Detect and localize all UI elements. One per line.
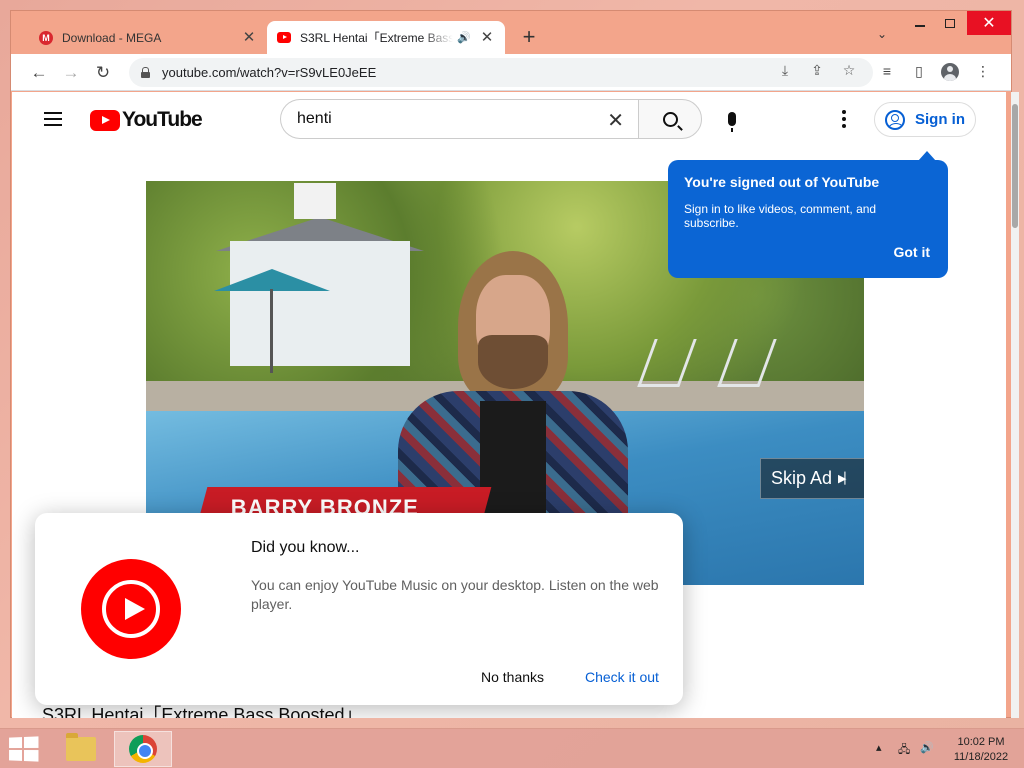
network-icon[interactable]: 🖧	[898, 741, 910, 760]
lock-icon	[141, 67, 150, 78]
new-tab-button[interactable]: +	[517, 25, 541, 49]
close-tab-icon[interactable]: ✕	[241, 29, 257, 46]
youtube-icon	[277, 31, 291, 45]
skip-next-icon: ▶▏	[838, 473, 853, 485]
no-thanks-button[interactable]: No thanks	[481, 669, 544, 685]
youtube-play-icon	[90, 109, 120, 131]
settings-kebab-icon[interactable]	[842, 110, 846, 128]
reload-icon[interactable]: ↻	[91, 61, 115, 85]
file-explorer-taskbar-button[interactable]	[52, 731, 110, 767]
page-scrollbar[interactable]	[1011, 92, 1019, 718]
sign-in-button[interactable]: Sign in	[874, 102, 976, 137]
windows-start-icon[interactable]	[9, 736, 39, 762]
dialog-body: You can enjoy YouTube Music on your desk…	[251, 577, 659, 612]
skip-ad-button[interactable]: Skip Ad ▶▏	[760, 458, 864, 499]
hamburger-menu-icon[interactable]	[44, 112, 62, 126]
media-control-icon[interactable]: ≡	[877, 63, 897, 79]
skip-ad-label: Skip Ad	[771, 468, 833, 488]
tooltip-body: Sign in to like videos, comment, and sub…	[684, 202, 877, 230]
share-icon[interactable]: ⇪	[807, 62, 827, 79]
close-window-button[interactable]: ✕	[967, 11, 1011, 35]
browser-toolbar: ← → ↻ youtube.com/watch?v=rS9vLE0JeEE ⤓ …	[11, 54, 1011, 91]
voice-search-button[interactable]	[712, 99, 752, 139]
search-query: henti	[297, 110, 332, 127]
sign-in-label: Sign in	[915, 111, 965, 128]
youtube-logo[interactable]: YouTube	[90, 108, 203, 132]
microphone-icon	[728, 112, 736, 132]
volume-icon[interactable]: 🔊	[920, 741, 934, 754]
account-icon	[885, 109, 905, 130]
side-panel-icon[interactable]: ▯	[909, 63, 929, 80]
show-hidden-icons-icon[interactable]: ▴	[876, 741, 882, 754]
clock-date: 11/18/2022	[953, 751, 1009, 763]
search-icon	[662, 111, 678, 127]
minimize-button[interactable]	[907, 11, 933, 35]
browser-menu-icon[interactable]: ⋮	[973, 63, 993, 80]
dialog-title: Did you know...	[251, 539, 360, 556]
youtube-logo-text: YouTube	[122, 108, 203, 131]
forward-icon[interactable]: →	[59, 61, 83, 85]
url-text: youtube.com/watch?v=rS9vLE0JeEE	[162, 65, 377, 80]
taskbar: ▴ 🖧 🔊 10:02 PM 11/18/2022	[0, 728, 1024, 768]
tab-title: S3RL Hentai「Extreme Bass Boosted」	[300, 31, 454, 45]
chrome-taskbar-button[interactable]	[114, 731, 172, 767]
got-it-button[interactable]: Got it	[893, 244, 930, 260]
clock-time: 10:02 PM	[957, 736, 1005, 748]
speaker-icon[interactable]: 🔊	[457, 31, 471, 44]
scrollbar-thumb[interactable]	[1012, 104, 1018, 228]
youtube-header: YouTube henti ✕ Sign in	[12, 92, 1006, 148]
mega-icon: M	[39, 30, 53, 45]
bookmark-star-icon[interactable]: ☆	[839, 62, 859, 79]
chevron-down-icon[interactable]: ⌄	[877, 27, 887, 41]
address-bar[interactable]: youtube.com/watch?v=rS9vLE0JeEE ⤓ ⇪ ☆	[129, 58, 873, 87]
maximize-button[interactable]	[937, 11, 963, 35]
chrome-icon	[129, 735, 157, 763]
clear-search-icon[interactable]: ✕	[607, 108, 624, 133]
youtube-music-icon	[81, 559, 181, 659]
browser-window: M Download - MEGA ✕ S3RL Hentai「Extreme …	[10, 10, 1019, 718]
search-input[interactable]: henti ✕	[280, 99, 638, 139]
tooltip-title: You're signed out of YouTube	[684, 174, 880, 190]
check-it-out-button[interactable]: Check it out	[585, 669, 659, 685]
signed-out-tooltip: You're signed out of YouTube Sign in to …	[668, 151, 948, 278]
install-icon[interactable]: ⤓	[775, 62, 795, 79]
tab-mega[interactable]: M Download - MEGA ✕	[29, 21, 267, 54]
close-tab-icon[interactable]: ✕	[479, 29, 495, 46]
profile-icon[interactable]	[941, 63, 961, 81]
youtube-page: YouTube henti ✕ Sign in BARRY BRONZE Ski…	[12, 92, 1006, 718]
search-button[interactable]	[638, 99, 702, 139]
tab-youtube[interactable]: S3RL Hentai「Extreme Bass Boosted」 🔊 ✕	[267, 21, 505, 54]
folder-icon	[66, 733, 96, 761]
tab-title: Download - MEGA	[62, 30, 162, 45]
youtube-music-promo-dialog: Did you know... You can enjoy YouTube Mu…	[35, 513, 683, 705]
tab-strip: M Download - MEGA ✕ S3RL Hentai「Extreme …	[11, 11, 1011, 54]
back-icon[interactable]: ←	[27, 61, 51, 85]
system-clock[interactable]: 10:02 PM 11/18/2022	[944, 735, 1018, 765]
